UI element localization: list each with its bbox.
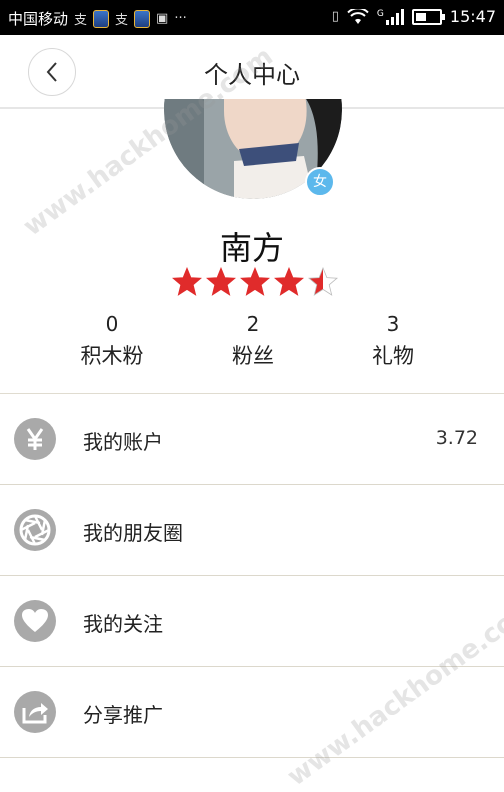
app-notification-icon (93, 9, 110, 28)
account-balance: 3.72 (435, 427, 478, 449)
alipay-icon: 支 (74, 13, 88, 28)
menu-item-moments[interactable]: 我的朋友圈 (0, 485, 504, 576)
menu-item-label: 我的账户 (83, 430, 163, 454)
menu-item-follows[interactable]: 我的关注 (0, 576, 504, 667)
carrier-name: 中国移动 (8, 10, 69, 28)
stat-gifts[interactable]: 3 礼物 (323, 312, 463, 370)
wifi-icon (347, 8, 369, 24)
user-name: 南方 (219, 229, 284, 267)
page-header: 个人中心 (0, 35, 504, 109)
battery-level-fill (415, 12, 426, 21)
more-notifications-icon: ··· (174, 11, 187, 26)
menu-item-label: 我的关注 (83, 612, 163, 636)
rating-stars (172, 267, 338, 297)
app-notification-icon (134, 9, 151, 28)
stat-value: 2 (246, 312, 260, 336)
stat-jimufen[interactable]: 0 积木粉 (42, 312, 182, 370)
rating-star (308, 267, 338, 296)
gender-badge: 女 (305, 167, 335, 197)
status-bar: 中国移动 支 支 ▣ ··· ▯ G 15:47 (0, 0, 504, 35)
profile-section: 女 南方 0 积木粉 2 粉丝 3 礼物 (0, 99, 504, 393)
cell-signal-icon: G (376, 8, 404, 25)
clock-time: 15:47 (449, 7, 496, 26)
rating-star (172, 267, 202, 296)
aperture-icon (14, 509, 56, 551)
vibrate-icon: ▯ (331, 9, 339, 24)
stat-label: 粉丝 (232, 344, 274, 368)
stat-label: 积木粉 (80, 344, 144, 368)
menu-list: 我的账户 3.72 我的朋友圈 我的关注 分享推广 (0, 393, 504, 758)
page-title: 个人中心 (204, 61, 300, 89)
alipay-icon: 支 (115, 13, 129, 28)
menu-item-account[interactable]: 我的账户 3.72 (0, 394, 504, 485)
menu-item-share[interactable]: 分享推广 (0, 667, 504, 758)
storage-icon: ▣ (156, 11, 169, 26)
rating-star (206, 267, 236, 296)
heart-icon (14, 600, 56, 642)
rating-star (240, 267, 270, 296)
stat-label: 礼物 (372, 344, 414, 368)
battery-icon (411, 8, 445, 25)
rating-star (274, 267, 304, 296)
yen-icon (14, 418, 56, 460)
share-icon (14, 691, 56, 733)
menu-item-label: 分享推广 (83, 703, 163, 727)
stat-value: 3 (386, 312, 400, 336)
network-type-label: G (376, 8, 384, 19)
menu-item-label: 我的朋友圈 (83, 521, 183, 545)
stat-value: 0 (105, 312, 119, 336)
stat-fans[interactable]: 2 粉丝 (183, 312, 323, 370)
